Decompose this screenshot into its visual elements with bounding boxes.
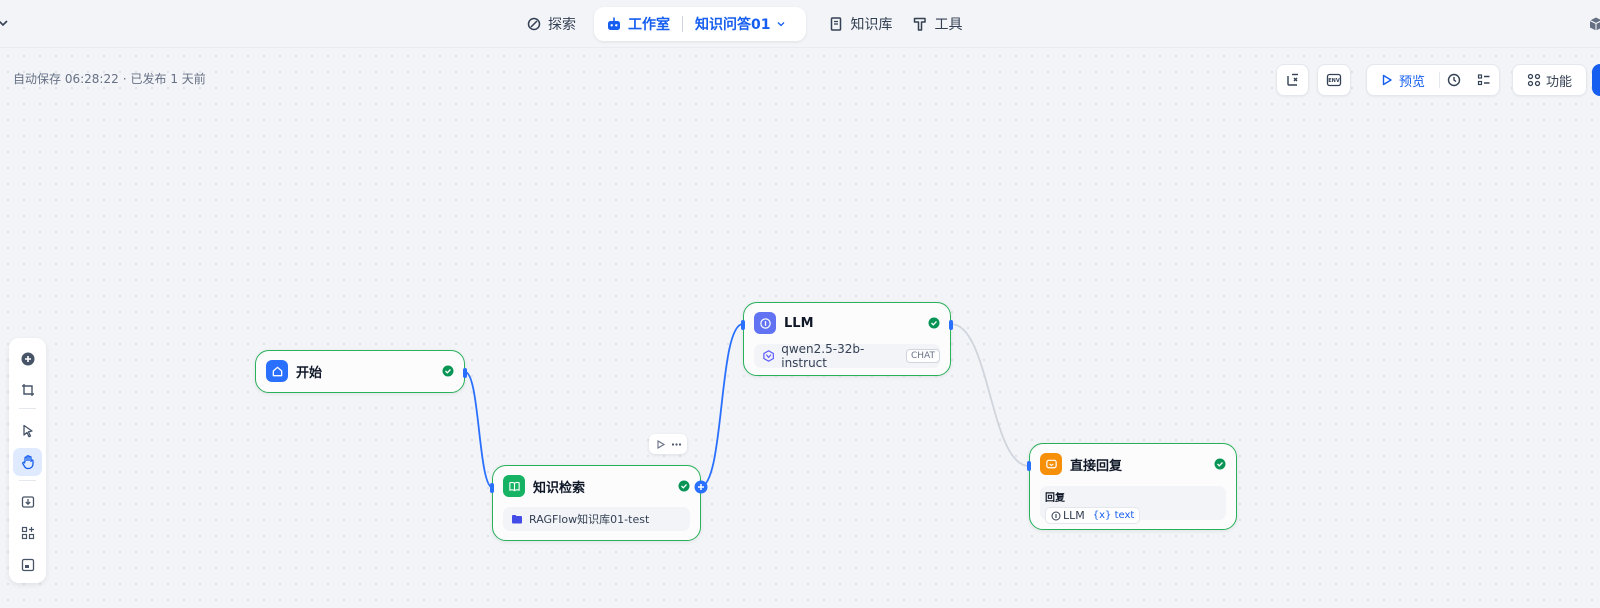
input-handle[interactable] (490, 483, 494, 493)
success-check-icon (928, 317, 940, 329)
output-handle[interactable] (463, 368, 467, 378)
reply-icon (1040, 453, 1062, 475)
success-check-icon (442, 365, 454, 377)
model-name: qwen2.5-32b-instruct (781, 342, 865, 370)
book-open-icon (503, 475, 525, 497)
variable-name: {x} text (1092, 510, 1135, 521)
edge-start-knowledge (464, 371, 494, 489)
home-icon (266, 360, 288, 382)
reply-label: 回复 (1045, 493, 1065, 504)
success-check-icon (1214, 458, 1226, 470)
qwen-model-icon (763, 350, 774, 362)
model-selector[interactable]: qwen2.5-32b-instruct CHAT (754, 342, 940, 370)
dataset-name: RAGFlow知识库01-test (529, 513, 650, 526)
node-actions (649, 434, 687, 454)
edge-knowledge-llm (699, 323, 744, 488)
node-title: 直接回复 (1070, 458, 1123, 474)
node-start[interactable]: 开始 (255, 350, 467, 393)
success-check-icon (678, 480, 690, 492)
source-node-name: LLM (1063, 509, 1085, 522)
node-header: LLM (754, 312, 940, 334)
input-handle[interactable] (741, 320, 745, 330)
node-header: 直接回复 (1040, 453, 1226, 475)
llm-icon (1051, 511, 1061, 520)
folder-icon (512, 515, 522, 524)
variable-chip: LLM {x} text (1045, 507, 1141, 524)
node-header: 开始 (266, 360, 454, 382)
output-handle[interactable] (949, 320, 953, 330)
more-icon[interactable] (671, 439, 682, 450)
node-direct-answer[interactable]: 直接回复 回复 LLM {x} text (1027, 443, 1237, 530)
node-knowledge-retrieval[interactable]: 知识检索 RAGFlow知识库01-test (490, 465, 708, 541)
node-title: 开始 (296, 365, 323, 381)
reply-content: 回复 LLM {x} text (1040, 486, 1226, 524)
llm-icon (754, 312, 776, 334)
add-next-node-icon[interactable] (694, 480, 708, 494)
node-header: 知识检索 (503, 475, 690, 497)
input-handle[interactable] (1027, 461, 1031, 471)
play-icon[interactable] (655, 439, 666, 450)
node-llm[interactable]: LLM qwen2.5-32b-instruct CHAT (741, 302, 953, 376)
mode-tag: CHAT (905, 349, 940, 363)
node-title: LLM (784, 315, 814, 331)
dataset-item: RAGFlow知识库01-test (503, 507, 690, 531)
edge-llm-answer (950, 323, 1030, 467)
node-title: 知识检索 (533, 480, 586, 496)
